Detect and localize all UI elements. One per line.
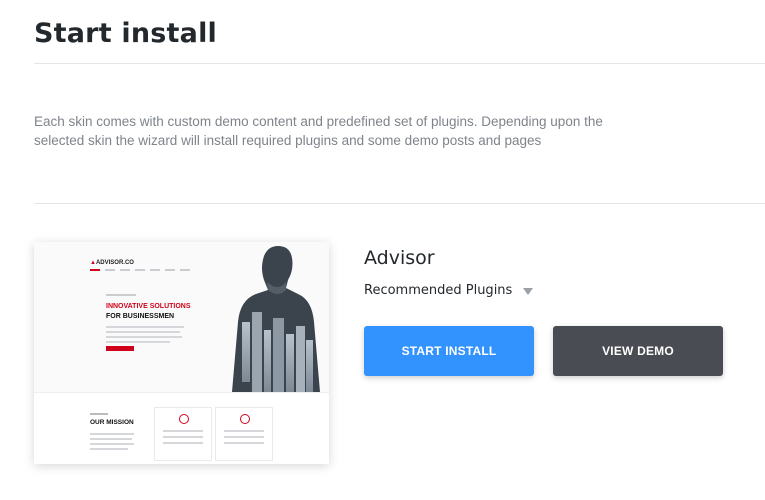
preview-logo: ▲ADVISOR.CO	[90, 260, 134, 266]
feature-icon	[179, 414, 189, 424]
preview-text-lines	[106, 326, 184, 346]
skin-name: Advisor	[364, 247, 435, 269]
start-install-button[interactable]: START INSTALL	[364, 326, 534, 376]
mission-text-lines	[90, 433, 134, 453]
preview-kicker	[106, 294, 136, 296]
recommended-plugins-label: Recommended Plugins	[364, 283, 513, 298]
view-demo-button[interactable]: VIEW DEMO	[553, 326, 723, 376]
content-divider	[34, 203, 765, 204]
preview-headline: INNOVATIVE SOLUTIONS FOR BUSINESSMEN	[106, 303, 191, 320]
skin-preview-thumbnail: ▲ADVISOR.CO INNOVATIVE SOLUTIONS FOR BUS…	[34, 242, 329, 464]
caret-down-icon[interactable]	[523, 288, 534, 295]
feature-icon	[240, 414, 250, 424]
recommended-plugins-toggle[interactable]: Recommended Plugins	[364, 283, 534, 298]
businessman-silhouette-image	[232, 246, 320, 392]
preview-cta-button	[106, 346, 134, 351]
preview-hero: ▲ADVISOR.CO INNOVATIVE SOLUTIONS FOR BUS…	[34, 242, 329, 392]
page-title: Start install	[34, 18, 217, 49]
feature-box	[215, 407, 273, 461]
preview-nav	[90, 269, 190, 271]
mission-kicker	[90, 413, 108, 415]
mission-title: OUR MISSION	[90, 419, 134, 426]
title-divider	[34, 63, 765, 64]
feature-box	[154, 407, 212, 461]
page-description: Each skin comes with custom demo content…	[34, 114, 603, 148]
preview-mission-section: OUR MISSION	[34, 392, 329, 464]
